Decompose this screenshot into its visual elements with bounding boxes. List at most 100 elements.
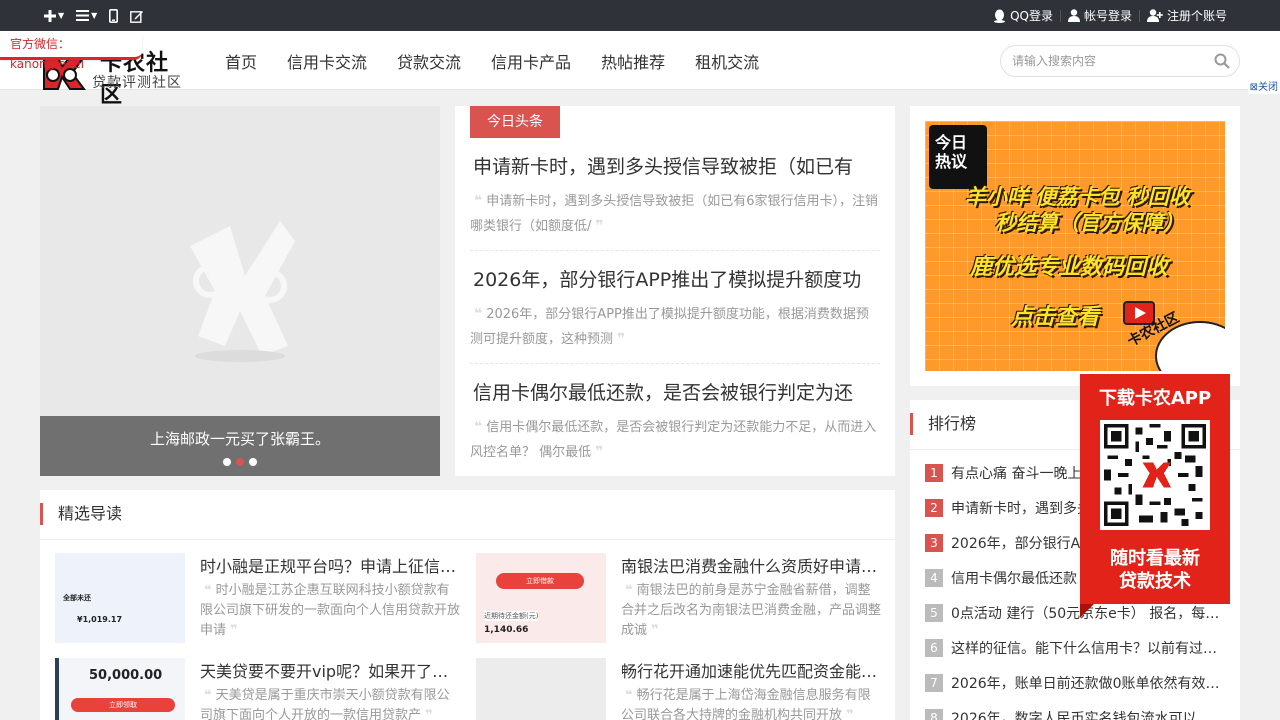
featured-item-desc: ❝ 南银法巴的前身是苏宁金融省薪借，调整合并之后改名为南银法巴消费金融，产品调整成… — [621, 581, 881, 641]
search-input[interactable] — [1001, 46, 1201, 76]
headline-title[interactable]: 信用卡偶尔最低还款，是否会被银行判定为还 — [470, 378, 880, 405]
thumb-label: 全部未还 — [63, 594, 91, 602]
thumb-amount: 1,140.66 — [484, 625, 529, 635]
headlines-panel: 今日头条 申请新卡时，遇到多头授信导致被拒（如已有 ❝ 申请新卡时，遇到多头授信导… — [455, 106, 895, 476]
toolbar: ▼ ▼ — [44, 0, 144, 31]
quote-close-icon: ❞ — [846, 708, 854, 720]
close-icon: ⊠ — [1249, 82, 1258, 93]
qq-icon — [994, 9, 1006, 23]
ranking-item-title[interactable]: 信用卡偶尔最低还款 — [951, 568, 1077, 588]
add-icon — [44, 9, 56, 22]
top-bar: ▼ ▼ QQ登录 帐号登录 注册个账号 — [0, 0, 1280, 31]
featured-title: 精选导读 — [40, 503, 122, 525]
mobile-icon — [109, 8, 119, 23]
headline-title[interactable]: 2026年，部分银行APP推出了模拟提升额度功 — [470, 265, 880, 292]
search-icon[interactable] — [1214, 53, 1230, 69]
ranking-item[interactable]: 6 这样的征信。能下什么信用卡？以前有过… — [925, 638, 1220, 658]
ranking-item-title[interactable]: 申请新卡时，遇到多头 — [951, 498, 1091, 518]
featured-item-desc: ❝ 畅行花是属于上海岱海金融信息服务有限公司联合各大持牌的金融机构共同开放 ❞ — [621, 686, 881, 720]
carousel-dot-active[interactable] — [236, 458, 244, 466]
edit-icon — [130, 10, 144, 23]
ranking-item-title[interactable]: 2026年，数字人民币实名钱包流水可以作… — [951, 708, 1220, 720]
featured-thumbnail[interactable]: 50,000.00 立即领取 — [55, 658, 185, 720]
headline-title[interactable]: 申请新卡时，遇到多头授信导致被拒（如已有 — [470, 152, 880, 179]
quote-close-icon: ❞ — [617, 331, 626, 347]
featured-item-desc-text: 时小融是江苏企惠互联网科技小额贷款有限公司旗下研发的一款面向个人信用贷款开放申请 — [200, 583, 461, 638]
user-icon — [1067, 9, 1080, 22]
headline-desc-text: 2026年，部分银行APP推出了模拟提升额度功能，根据消费数据预测可提升额度，这… — [470, 307, 869, 347]
headline-desc: ❝ 2026年，部分银行APP推出了模拟提升额度功能，根据消费数据预测可提升额度，… — [470, 302, 880, 352]
featured-item-desc-text: 天美贷是属于重庆市崇天小额贷款有限公司旗下面向个人开放的一款信用贷款产 — [200, 688, 450, 720]
featured-item-title[interactable]: 畅行花开通加速能优先匹配资金能… — [621, 658, 881, 682]
ranking-item[interactable]: 8 2026年，数字人民币实名钱包流水可以作… — [925, 708, 1220, 720]
ranking-item[interactable]: 7 2026年，账单日前还款做0账单依然有效… — [925, 673, 1220, 693]
register-label: 注册个账号 — [1166, 9, 1227, 23]
edit-button[interactable] — [130, 9, 144, 23]
carousel-dot[interactable] — [223, 458, 231, 466]
featured-item[interactable]: 50,000.00 立即领取 天美贷要不要开vip呢？如果开了… ❝ 天美贷是属于… — [55, 658, 465, 720]
rank-number: 8 — [925, 709, 943, 720]
site-header: 卡农社区 贷款评测社区 首页 信用卡交流 贷款交流 信用卡产品 热帖推荐 租机交… — [0, 31, 1280, 108]
main-nav: 首页 信用卡交流 贷款交流 信用卡产品 热帖推荐 租机交流 — [210, 31, 774, 90]
featured-item[interactable]: 畅行花开通加速能优先匹配资金能… ❝ 畅行花是属于上海岱海金融信息服务有限公司联合… — [476, 658, 886, 720]
nav-item-credit-card-products[interactable]: 信用卡产品 — [476, 49, 586, 73]
ranking-item-title[interactable]: 2026年，账单日前还款做0账单依然有效… — [951, 673, 1220, 693]
mobile-button[interactable] — [109, 8, 119, 23]
menu-button[interactable]: ▼ — [76, 10, 97, 21]
featured-item[interactable]: 全部未还 ¥1,019.17 时小融是正规平台吗？申请上征信… ❝ 时小融是江苏企… — [55, 553, 465, 643]
close-ad-link[interactable]: ⊠关闭 — [1247, 81, 1280, 94]
qq-login-link[interactable]: QQ登录 — [986, 7, 1060, 24]
featured-item-desc: ❝ 时小融是江苏企惠互联网科技小额贷款有限公司旗下研发的一款面向个人信用贷款开放申… — [200, 581, 460, 641]
carousel[interactable]: 上海邮政一元买了张霸王。 — [40, 106, 440, 476]
menu-icon — [76, 10, 90, 21]
quote-open-icon: ❝ — [625, 688, 633, 703]
featured-item[interactable]: 立即借款 近期待还金额(元) 1,140.66 南银法巴消费金融什么资质好申请…… — [476, 553, 886, 643]
featured-panel: 精选导读 全部未还 ¥1,019.17 时小融是正规平台吗？申请上征信… ❝ 时小… — [40, 490, 895, 720]
nav-item-hot-posts[interactable]: 热帖推荐 — [586, 49, 680, 73]
ranking-item[interactable]: 5 0点活动 建行（50元京东e卡） 报名，每… — [925, 603, 1220, 623]
ranking-item-title[interactable]: 2026年，部分银行APP — [951, 533, 1097, 553]
ranking-item-title[interactable]: 有点心痛 奋斗一晚上 — [951, 463, 1081, 483]
ranking-item-title[interactable]: 这样的征信。能下什么信用卡？以前有过… — [951, 638, 1217, 658]
divider — [470, 250, 880, 251]
headline-item[interactable]: 信用卡偶尔最低还款，是否会被银行判定为还 ❝ 信用卡偶尔最低还款，是否会被银行判定… — [470, 378, 880, 465]
user-plus-icon — [1146, 9, 1163, 22]
add-button[interactable]: ▼ — [44, 9, 64, 22]
featured-item-title[interactable]: 南银法巴消费金融什么资质好申请… — [621, 553, 881, 577]
featured-thumbnail[interactable]: 立即借款 近期待还金额(元) 1,140.66 — [476, 553, 606, 643]
divider — [40, 539, 895, 540]
nav-item-credit-card-exchange[interactable]: 信用卡交流 — [272, 49, 382, 73]
close-ad-label: 关闭 — [1258, 82, 1278, 93]
logo-slogan: 贷款评测社区 — [92, 75, 182, 91]
ad-line-4: 点击查看 — [1011, 305, 1100, 330]
rank-number: 5 — [925, 604, 943, 622]
quote-close-icon: ❞ — [595, 444, 604, 460]
quote-close-icon: ❞ — [595, 218, 604, 234]
quote-open-icon: ❝ — [204, 688, 212, 703]
rank-number: 1 — [925, 464, 943, 482]
featured-item-title[interactable]: 天美贷要不要开vip呢？如果开了… — [200, 658, 460, 682]
divider — [470, 363, 880, 364]
thumb-button: 立即领取 — [71, 698, 175, 712]
quote-close-icon: ❞ — [230, 623, 238, 638]
nav-item-phone-rental[interactable]: 租机交流 — [680, 49, 774, 73]
ad-banner[interactable]: 今日热议 羊小咩 便荔卡包 秒回收 秒结算（官方保障） 鹿优选专业数码回收 点击… — [925, 121, 1225, 371]
account-login-label: 帐号登录 — [1083, 9, 1132, 23]
headlines-tag: 今日头条 — [470, 106, 560, 138]
ad-banner-box: 今日热议 羊小咩 便荔卡包 秒回收 秒结算（官方保障） 鹿优选专业数码回收 点击… — [910, 106, 1240, 386]
thumb-button: 立即借款 — [496, 573, 584, 589]
ad-line-2: 秒结算（官方保障） — [995, 211, 1184, 235]
quote-open-icon: ❝ — [474, 419, 483, 435]
carousel-dot[interactable] — [249, 458, 257, 466]
headline-item[interactable]: 申请新卡时，遇到多头授信导致被拒（如已有 ❝ 申请新卡时，遇到多头授信导致被拒（如… — [470, 152, 880, 239]
nav-item-home[interactable]: 首页 — [210, 49, 272, 73]
app-download-ad[interactable]: 下载卡农APP 随时看最新 贷款技术 — [1080, 374, 1230, 618]
register-link[interactable]: 注册个账号 — [1140, 7, 1234, 24]
featured-item-title[interactable]: 时小融是正规平台吗？申请上征信… — [200, 553, 460, 577]
headline-item[interactable]: 2026年，部分银行APP推出了模拟提升额度功 ❝ 2026年，部分银行APP推出… — [470, 265, 880, 352]
featured-thumbnail[interactable]: 全部未还 ¥1,019.17 — [55, 553, 185, 643]
app-ad-line-2: 贷款技术 — [1119, 571, 1191, 592]
featured-thumbnail[interactable] — [476, 658, 606, 720]
account-login-link[interactable]: 帐号登录 — [1061, 7, 1139, 24]
nav-item-loan-exchange[interactable]: 贷款交流 — [382, 49, 476, 73]
